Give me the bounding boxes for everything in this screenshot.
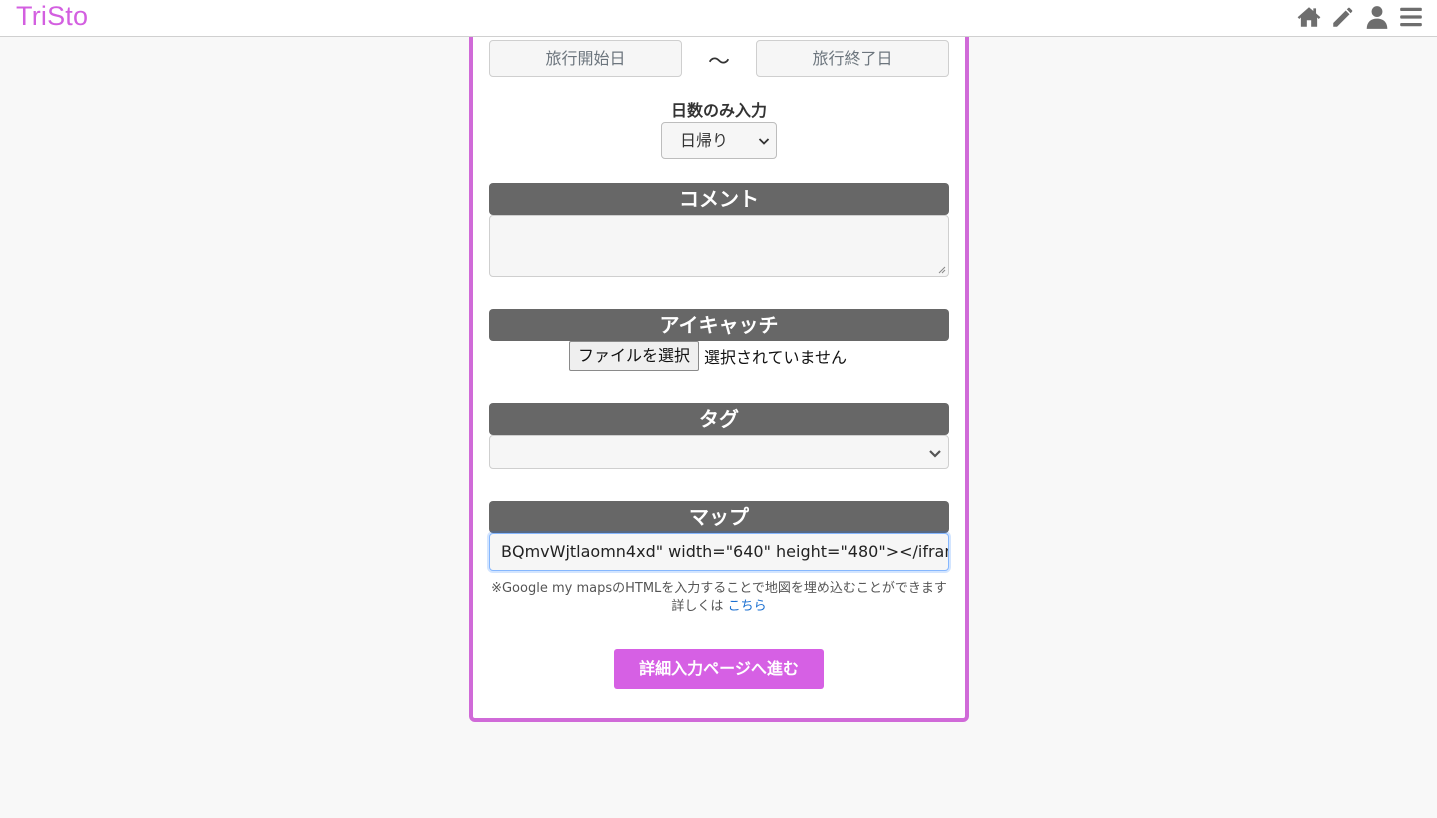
map-help-link[interactable]: こちら [728, 599, 767, 614]
end-date-input[interactable]: 旅行終了日 [756, 40, 949, 77]
map-help-line: ※Google my mapsのHTMLを入力することで地図を埋め込むことができ… [491, 581, 947, 596]
proceed-to-details-button[interactable]: 詳細入力ページへ進む [614, 649, 824, 689]
eyecatch-section-header: アイキャッチ [489, 309, 949, 341]
file-status-text: 選択されていません [704, 348, 848, 367]
map-help-prefix: 詳しくは [671, 599, 724, 614]
start-date-input[interactable]: 旅行開始日 [489, 40, 682, 77]
resize-handle-icon[interactable] [938, 266, 946, 274]
nav-icon-group [1295, 3, 1425, 31]
map-help-line-2: 詳しくは こちら [489, 598, 949, 616]
home-icon[interactable] [1295, 3, 1323, 31]
comment-textarea[interactable] [489, 215, 949, 277]
date-separator: 〜 [707, 50, 730, 75]
days-select-value: 日帰り [680, 131, 729, 150]
days-only-label: 日数のみ入力 [670, 101, 767, 120]
comment-section-header: コメント [489, 183, 949, 215]
tag-section-header: タグ [489, 403, 949, 435]
brand-logo[interactable]: TriSto [16, 1, 88, 32]
map-html-input[interactable]: BQmvWjtlaomn4xd" width="640" height="480… [489, 533, 949, 571]
eyecatch-file-picker: ファイルを選択 選択されていません [569, 341, 847, 371]
pencil-icon[interactable] [1329, 3, 1357, 31]
days-select[interactable]: 日帰り [661, 122, 777, 159]
map-section-header: マップ [489, 501, 949, 533]
chevron-down-icon [929, 450, 941, 458]
menu-icon[interactable] [1397, 3, 1425, 31]
choose-file-button[interactable]: ファイルを選択 [569, 341, 700, 371]
top-navbar: TriSto [0, 0, 1437, 37]
chevron-down-icon [758, 138, 770, 145]
tag-select[interactable] [489, 435, 949, 469]
post-form-card: 旅行開始日 〜 旅行終了日 日数のみ入力 日帰り コメント アイキャッチ ファイ… [469, 20, 969, 722]
date-range-row: 旅行開始日 〜 旅行終了日 [489, 40, 949, 77]
user-icon[interactable] [1363, 3, 1391, 31]
map-help-note: ※Google my mapsのHTMLを入力することで地図を埋め込むことができ… [489, 580, 949, 616]
